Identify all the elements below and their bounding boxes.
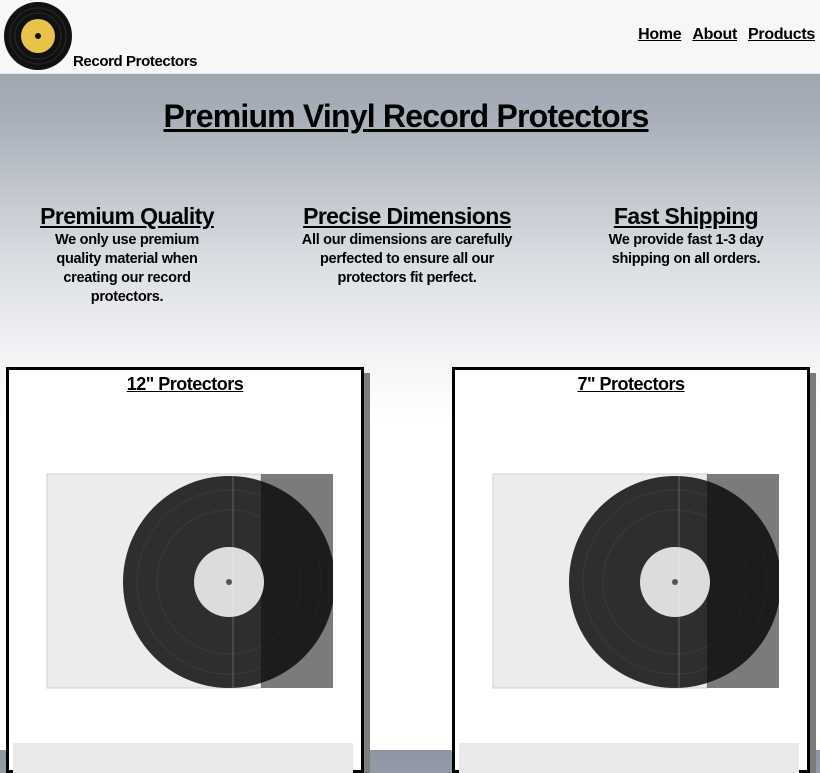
record-sleeve-image	[492, 473, 779, 689]
feature-title: Premium Quality	[40, 203, 214, 229]
feature-text: We only use premium quality material whe…	[55, 232, 199, 305]
product-title[interactable]: 12" Protectors	[9, 374, 361, 395]
product-title[interactable]: 7" Protectors	[455, 374, 807, 395]
feature-precise-dimensions: Precise Dimensions All our dimensions ar…	[296, 201, 518, 288]
feature-title: Precise Dimensions	[303, 203, 511, 229]
product-card-7-inch[interactable]: 7" Protectors	[452, 367, 810, 773]
nav-link-about[interactable]: About	[692, 26, 737, 44]
site-header: Record Protectors Home About Products	[0, 0, 820, 74]
product-card-footer	[13, 743, 353, 773]
vinyl-record-icon[interactable]	[3, 1, 73, 71]
record-sleeve-image	[46, 473, 333, 689]
nav-link-home[interactable]: Home	[638, 26, 682, 44]
feature-text: We provide fast 1-3 day shipping on all …	[608, 232, 764, 267]
nav-link-products[interactable]: Products	[748, 26, 815, 44]
feature-text: All our dimensions are carefully perfect…	[301, 232, 513, 286]
feature-title: Fast Shipping	[613, 203, 759, 229]
main-nav: Home About Products	[638, 26, 815, 44]
page-title: Premium Vinyl Record Protectors	[163, 98, 650, 134]
feature-fast-shipping: Fast Shipping We provide fast 1-3 day sh…	[600, 201, 772, 269]
feature-premium-quality: Premium Quality We only use premium qual…	[36, 201, 218, 307]
product-card-12-inch[interactable]: 12" Protectors	[6, 367, 364, 773]
product-card-footer	[459, 743, 799, 773]
brand-name: Record Protectors	[73, 53, 198, 70]
